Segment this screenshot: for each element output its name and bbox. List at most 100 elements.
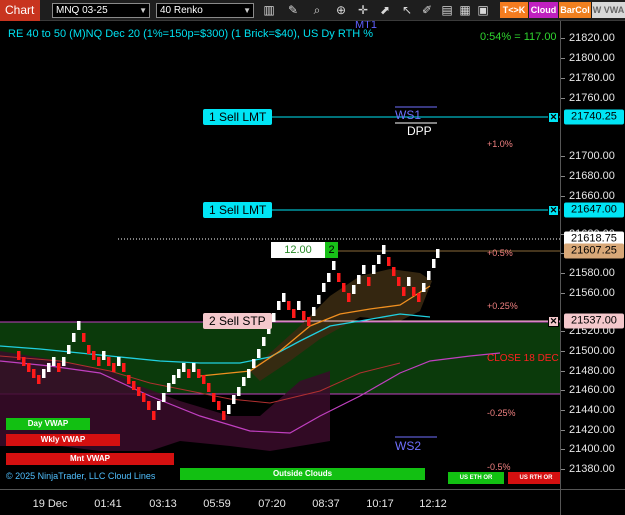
instrument-label: MNQ 03-25: [56, 5, 108, 16]
pencil-icon[interactable]: ✎: [286, 3, 300, 17]
tk-button[interactable]: T<>K: [500, 2, 528, 18]
renko-brick: [387, 257, 391, 266]
price-tick-label: 21500.00: [561, 345, 615, 357]
renko-brick: [362, 265, 366, 274]
pct-label: -0.5%: [487, 462, 511, 472]
renko-brick: [242, 377, 246, 386]
renko-brick: [436, 249, 440, 258]
renko-brick: [47, 363, 51, 372]
chart-toolbar: Chart MNQ 03-25 ▼ 40 Renko ▼ ▥ ✎ ⌕ ⊕ ✛ ⬈…: [0, 0, 625, 21]
renko-brick: [257, 349, 261, 358]
price-tick-label: 21780.00: [561, 72, 615, 84]
sell-limit-order-2[interactable]: 1 Sell LMT: [203, 202, 273, 218]
renko-brick: [417, 293, 421, 302]
renko-brick: [32, 369, 36, 378]
renko-brick: [132, 381, 136, 390]
price-tick-label: 21460.00: [561, 384, 615, 396]
chart-plot-area[interactable]: RE 40 to 50 (M)NQ Dec 20 (1%=150p=$300) …: [0, 21, 560, 489]
chart-header: RE 40 to 50 (M)NQ Dec 20 (1%=150p=$300) …: [8, 28, 374, 40]
renko-brick: [122, 363, 126, 372]
renko-brick: [432, 259, 436, 268]
price-tick-label: 21680.00: [561, 170, 615, 182]
axis-corner: [560, 489, 625, 515]
time-tick-label: 07:20: [258, 498, 286, 510]
renko-brick: [17, 351, 21, 360]
renko-brick: [112, 363, 116, 372]
renko-brick: [52, 357, 56, 366]
arrow-icon[interactable]: ⬈: [378, 3, 392, 17]
renko-brick: [22, 357, 26, 366]
renko-brick: [42, 369, 46, 378]
renko-brick: [227, 405, 231, 414]
renko-brick: [212, 393, 216, 402]
renko-brick: [302, 311, 306, 320]
grid-icon[interactable]: ▦: [458, 3, 472, 17]
renko-brick: [422, 283, 426, 292]
magnifier-icon[interactable]: ⌕: [310, 3, 324, 17]
renko-brick: [277, 301, 281, 310]
price-tick-label: 21380.00: [561, 463, 615, 475]
price-tick-label: 21560.00: [561, 287, 615, 299]
weekly-vwap-tag: Wkly VWAP: [6, 434, 120, 446]
sell-stop-order[interactable]: 2 Sell STP: [203, 313, 272, 329]
cancel-order-icon[interactable]: ✕: [548, 205, 559, 216]
price-axis[interactable]: 21820.00 21800.00 21780.00 21760.00 21700.00…: [560, 21, 625, 489]
renko-brick: [187, 369, 191, 378]
mt-level-label: MT1: [355, 21, 377, 31]
sell-limit-order-1[interactable]: 1 Sell LMT: [203, 109, 273, 125]
renko-brick: [367, 277, 371, 286]
day-vwap-tag: Day VWAP: [6, 418, 90, 430]
close-level-label: CLOSE 18 DEC: [487, 353, 559, 364]
position-avg-price[interactable]: 12.00: [271, 242, 325, 258]
bar-type-label: 40 Renko: [160, 5, 203, 16]
chart-tab[interactable]: Chart: [0, 0, 40, 21]
bar-type-selector[interactable]: 40 Renko ▼: [156, 3, 254, 18]
renko-brick: [292, 309, 296, 318]
renko-brick: [57, 363, 61, 372]
renko-brick: [137, 387, 141, 396]
barcol-button[interactable]: BarCol: [559, 2, 591, 18]
draw-tools-icon[interactable]: ✐: [420, 3, 434, 17]
time-tick-label: 12:12: [419, 498, 447, 510]
renko-brick: [72, 333, 76, 342]
position-quantity[interactable]: 2: [325, 242, 338, 258]
save-icon[interactable]: ▤: [440, 3, 454, 17]
us-eth-or-tag: US ETH OR: [448, 472, 504, 484]
renko-brick: [107, 357, 111, 366]
renko-brick: [37, 375, 41, 384]
renko-brick: [272, 313, 276, 322]
calendar-icon[interactable]: ▣: [476, 3, 490, 17]
bar-chart-icon[interactable]: ▥: [262, 3, 276, 17]
renko-brick: [237, 387, 241, 396]
zoom-in-icon[interactable]: ⊕: [334, 3, 348, 17]
us-rth-or-tag: US RTH OR: [508, 472, 560, 484]
renko-brick: [282, 293, 286, 302]
pointer-icon[interactable]: ↖: [400, 3, 414, 17]
time-axis[interactable]: 19 Dec 01:41 03:13 05:59 07:20 08:37 10:17 12:1…: [0, 489, 560, 515]
vwap-button[interactable]: W VWA: [592, 2, 625, 18]
price-tick-label: 21700.00: [561, 150, 615, 162]
cancel-order-icon[interactable]: ✕: [548, 316, 559, 327]
renko-brick: [147, 401, 151, 410]
time-tick-label: 08:37: [312, 498, 340, 510]
renko-brick: [312, 307, 316, 316]
pct-label: +0.5%: [487, 248, 513, 258]
chevron-down-icon: ▼: [243, 6, 251, 15]
renko-brick: [287, 301, 291, 310]
price-tick-label: 21440.00: [561, 404, 615, 416]
instrument-selector[interactable]: MNQ 03-25 ▼: [52, 3, 150, 18]
crosshair-icon[interactable]: ✛: [356, 3, 370, 17]
time-tick-label: 19 Dec: [32, 498, 68, 510]
cancel-order-icon[interactable]: ✕: [548, 112, 559, 123]
renko-brick: [27, 363, 31, 372]
order-price-marker: 21740.25: [564, 109, 624, 125]
renko-brick: [382, 245, 386, 254]
cloud-button[interactable]: Cloud: [529, 2, 558, 18]
ws1-level-label: WS1: [395, 108, 422, 122]
renko-brick: [392, 267, 396, 276]
outside-clouds-tag: Outside Clouds: [180, 468, 425, 480]
renko-brick: [347, 293, 351, 302]
price-tick-label: 21480.00: [561, 365, 615, 377]
renko-brick: [297, 301, 301, 310]
renko-brick: [337, 273, 341, 282]
